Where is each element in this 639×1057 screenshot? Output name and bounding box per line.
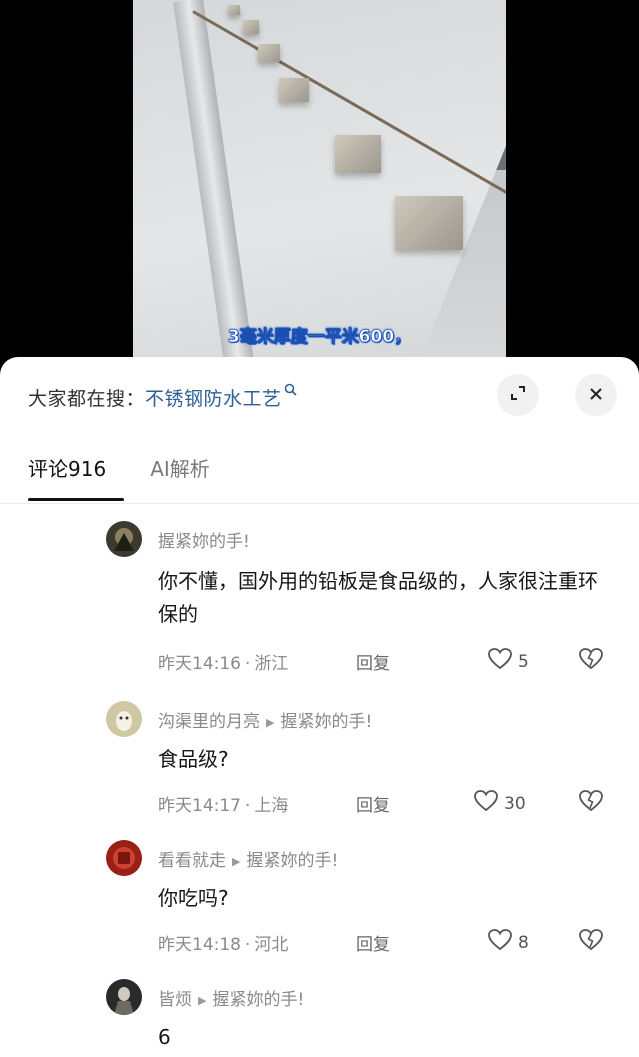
comment-user-line: 看看就走 ▶ 握紧妳的手!: [158, 846, 338, 871]
avatar[interactable]: [106, 521, 142, 557]
like-count: 30: [504, 793, 526, 814]
search-suggestion-term[interactable]: 不锈钢防水工艺: [145, 384, 282, 411]
comment-time: 昨天14:16: [158, 654, 241, 674]
comment-user-line: 皆烦 ▶ 握紧妳的手!: [158, 985, 304, 1010]
video-frame: 3毫米厚度一平米600，: [133, 0, 506, 380]
like-count: 5: [518, 651, 529, 672]
comment-location: 上海: [254, 796, 289, 816]
heart-icon: [473, 789, 499, 818]
comment-username[interactable]: 握紧妳的手!: [158, 532, 250, 552]
like-button[interactable]: 5: [487, 647, 529, 676]
active-tab-indicator: [28, 498, 124, 501]
roof-block: [243, 20, 259, 34]
search-suggestion[interactable]: 大家都在搜： 不锈钢防水工艺: [28, 379, 297, 415]
comment-time: 昨天14:17: [158, 796, 241, 816]
tab-comments[interactable]: 评论916: [28, 453, 106, 482]
reply-button[interactable]: 回复: [356, 791, 390, 816]
comment-text: 你吃吗?: [158, 886, 229, 910]
broken-heart-icon: [577, 929, 605, 956]
roof-block: [395, 196, 463, 250]
expand-button[interactable]: [497, 374, 539, 416]
comment-sheet: 大家都在搜： 不锈钢防水工艺 评论916 AI解析 握紧妳的手! 你不懂，国外用…: [0, 357, 639, 1057]
comment-meta: 昨天14:18 · 河北: [158, 935, 289, 955]
comment-meta: 昨天14:17 · 上海: [158, 796, 289, 816]
reply-arrow-icon: ▶: [198, 994, 207, 1007]
comment-user-line: 沟渠里的月亮 ▶ 握紧妳的手!: [158, 707, 372, 732]
like-button[interactable]: 30: [473, 789, 526, 818]
reply-to-username[interactable]: 握紧妳的手!: [246, 851, 338, 871]
heart-icon: [487, 928, 513, 957]
comment-username[interactable]: 沟渠里的月亮: [158, 712, 260, 732]
reply-to-username[interactable]: 握紧妳的手!: [212, 990, 304, 1010]
heart-icon: [487, 647, 513, 676]
close-icon: [588, 383, 604, 408]
comment-time: 昨天14:18: [158, 935, 241, 955]
broken-heart-icon: [577, 790, 605, 817]
tab-ai-analysis[interactable]: AI解析: [150, 453, 210, 482]
tabs-divider: [0, 503, 639, 504]
video-player[interactable]: 3毫米厚度一平米600，: [0, 0, 639, 380]
roof-block: [335, 135, 381, 173]
broken-heart-icon: [577, 648, 605, 675]
comment-text: 食品级?: [158, 747, 229, 771]
comment-user-line: 握紧妳的手!: [158, 527, 250, 552]
dislike-button[interactable]: [577, 928, 605, 956]
like-button[interactable]: 8: [487, 928, 529, 957]
search-icon: [284, 383, 297, 400]
comment-tabs: 评论916 AI解析: [28, 453, 210, 482]
dislike-button[interactable]: [577, 647, 605, 675]
expand-icon: [509, 384, 527, 406]
reply-button[interactable]: 回复: [356, 930, 390, 955]
video-subtitle: 3毫米厚度一平米600，: [227, 327, 412, 348]
avatar[interactable]: [106, 979, 142, 1015]
comment-username[interactable]: 看看就走: [158, 851, 226, 871]
reply-button[interactable]: 回复: [356, 649, 390, 674]
comment-meta: 昨天14:16 · 浙江: [158, 654, 289, 674]
search-suggestion-prefix: 大家都在搜：: [28, 387, 146, 410]
comment-username[interactable]: 皆烦: [158, 990, 192, 1010]
reply-arrow-icon: ▶: [232, 855, 241, 868]
like-count: 8: [518, 932, 529, 953]
reply-to-username[interactable]: 握紧妳的手!: [280, 712, 372, 732]
reply-arrow-icon: ▶: [266, 716, 275, 729]
roof-block: [228, 5, 240, 15]
comment-location: 河北: [254, 935, 289, 955]
roof-block: [279, 78, 309, 102]
close-button[interactable]: [575, 374, 617, 416]
comment-text: 你不懂，国外用的铅板是食品级的，人家很注重环保的: [158, 569, 598, 626]
avatar[interactable]: [106, 701, 142, 737]
avatar[interactable]: [106, 840, 142, 876]
roof-block: [258, 44, 280, 62]
comment-location: 浙江: [254, 654, 289, 674]
comment-text: 6: [158, 1025, 171, 1049]
dislike-button[interactable]: [577, 789, 605, 817]
